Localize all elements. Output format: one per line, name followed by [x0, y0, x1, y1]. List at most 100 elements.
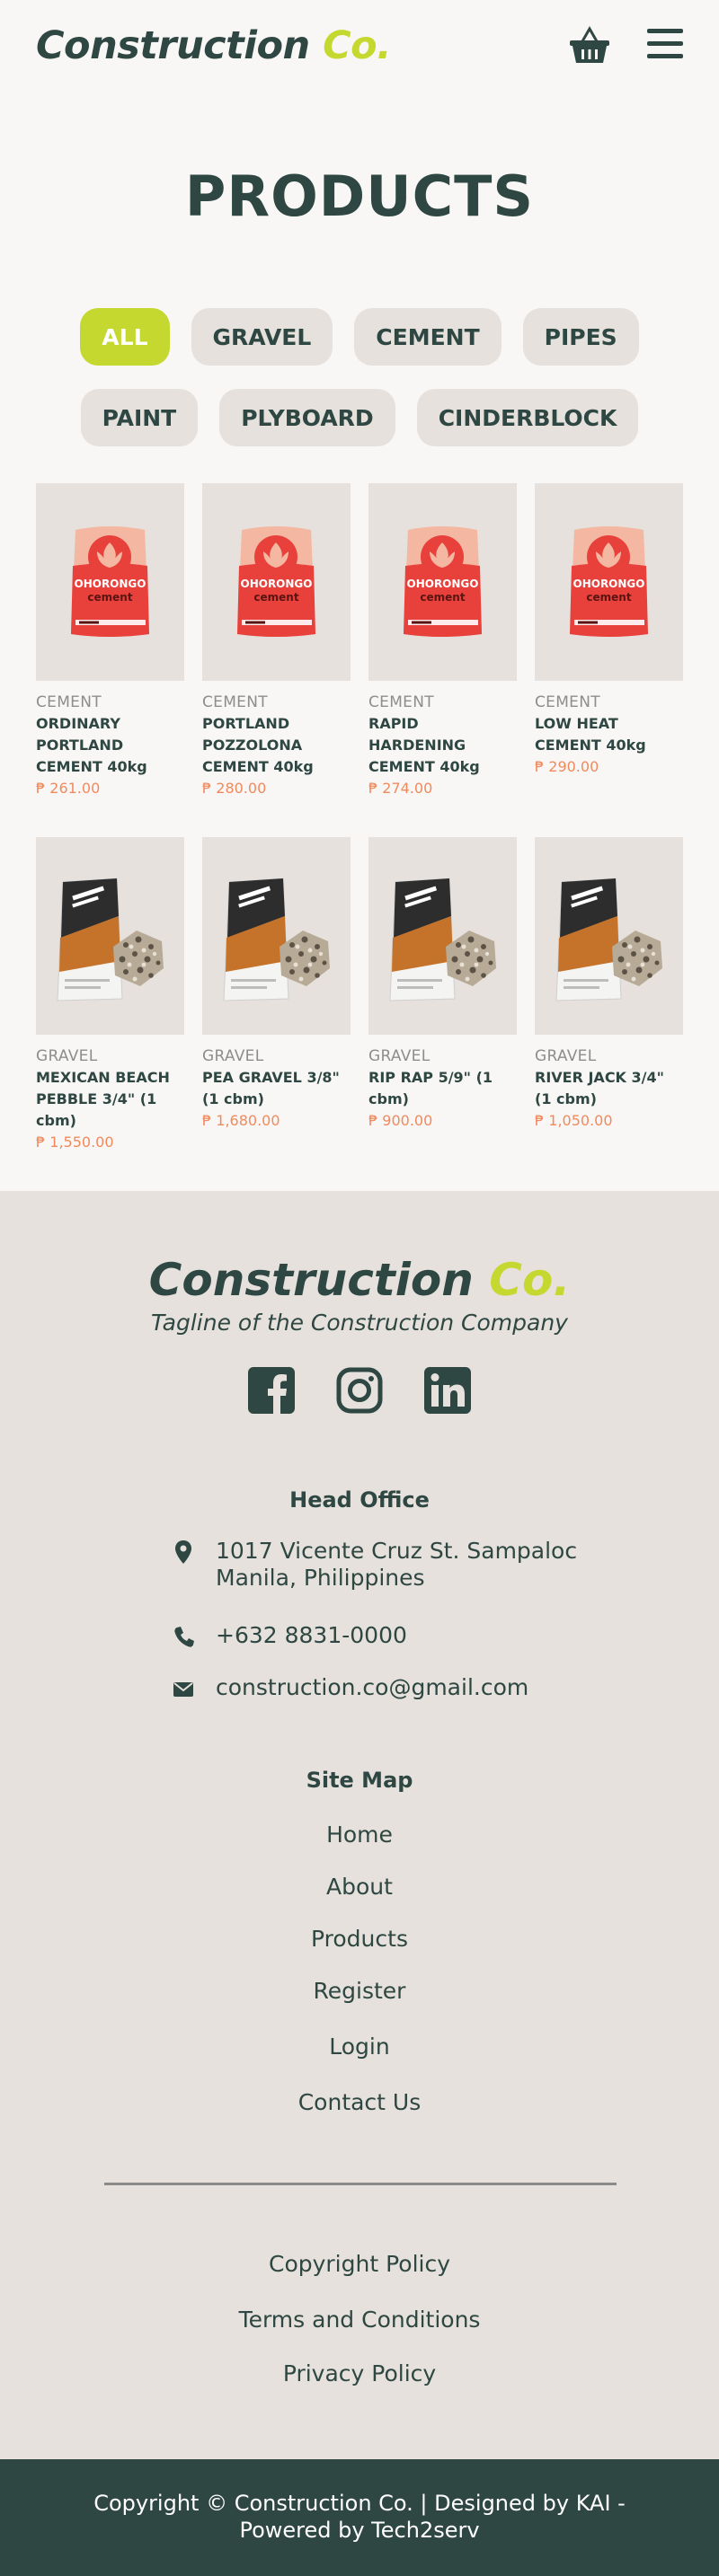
site-header: Construction Co.: [0, 0, 719, 90]
product-price: ₱ 274.00: [368, 780, 433, 797]
address-line-1: 1017 Vicente Cruz St. Sampaloc: [216, 1538, 578, 1564]
footer-logo[interactable]: Construction Co.: [0, 1254, 719, 1306]
product-category: GRAVEL: [36, 1047, 98, 1065]
phone-number[interactable]: +632 8831-0000: [216, 1622, 407, 1649]
sitemap-link-contact[interactable]: Contact Us: [0, 2089, 719, 2115]
cement-bag-image[interactable]: OHORONGO cement: [535, 483, 683, 681]
logo-accent-text: Co.: [323, 23, 392, 68]
filter-pipes[interactable]: PIPES: [522, 308, 639, 366]
footer-logo-accent: Co.: [489, 1254, 571, 1306]
svg-text:cement: cement: [586, 591, 631, 604]
product-category: CEMENT: [535, 693, 600, 711]
hamburger-menu-icon[interactable]: [647, 29, 683, 59]
product-card[interactable]: OHORONGO cement CEMENT RAPID HARDENING C…: [368, 483, 517, 797]
filter-cement[interactable]: CEMENT: [354, 308, 502, 366]
gravel-bag-image[interactable]: [368, 837, 517, 1035]
filter-paint[interactable]: PAINT: [80, 389, 199, 446]
product-card[interactable]: OHORONGO cement CEMENT PORTLAND POZZOLON…: [202, 483, 351, 797]
product-name[interactable]: RIVER JACK 3/4" (1 cbm): [535, 1067, 683, 1110]
facebook-icon[interactable]: [248, 1367, 295, 1414]
gravel-bag-image[interactable]: [535, 837, 683, 1035]
product-category: CEMENT: [368, 693, 434, 711]
phone-icon: [173, 1624, 194, 1649]
envelope-icon: [173, 1676, 194, 1701]
site-logo[interactable]: Construction Co.: [36, 23, 392, 68]
copyright-bar: Copyright © Construction Co. | Designed …: [0, 2459, 719, 2576]
sitemap-link-products[interactable]: Products: [0, 1926, 719, 1952]
product-category: GRAVEL: [202, 1047, 264, 1065]
product-grid: OHORONGO cement CEMENT ORDINARY PORTLAND…: [36, 483, 683, 797]
copyright-line-1: Copyright © Construction Co. | Designed …: [93, 2491, 626, 2516]
address: 1017 Vicente Cruz St. Sampaloc Manila, P…: [173, 1538, 577, 1592]
sitemap-title: Site Map: [306, 1768, 413, 1793]
product-card[interactable]: GRAVEL PEA GRAVEL 3/8" (1 cbm) ₱ 1,680.0…: [202, 837, 351, 1151]
product-card[interactable]: OHORONGO cement CEMENT ORDINARY PORTLAND…: [36, 483, 184, 797]
cement-bag-image[interactable]: OHORONGO cement: [36, 483, 184, 681]
cement-bag-image[interactable]: OHORONGO cement: [202, 483, 351, 681]
product-card[interactable]: OHORONGO cement CEMENT LOW HEAT CEMENT 4…: [535, 483, 683, 797]
copyright-line-2[interactable]: Powered by Tech2serv: [0, 2517, 719, 2544]
head-office-title: Head Office: [289, 1487, 430, 1513]
filter-row: ALL GRAVEL CEMENT PIPES: [0, 308, 719, 366]
footer-divider: [104, 2183, 617, 2185]
product-grid: GRAVEL MEXICAN BEACH PEBBLE 3/4" (1 cbm)…: [36, 837, 683, 1151]
product-card[interactable]: GRAVEL MEXICAN BEACH PEBBLE 3/4" (1 cbm)…: [36, 837, 184, 1151]
product-name[interactable]: PEA GRAVEL 3/8" (1 cbm): [202, 1067, 351, 1110]
product-price: ₱ 900.00: [368, 1112, 433, 1129]
product-name[interactable]: ORDINARY PORTLAND CEMENT 40kg: [36, 713, 184, 778]
sitemap-link-home[interactable]: Home: [0, 1822, 719, 1848]
instagram-icon[interactable]: [336, 1367, 383, 1414]
product-name[interactable]: RAPID HARDENING CEMENT 40kg: [368, 713, 517, 778]
svg-text:cement: cement: [420, 591, 465, 604]
site-footer: Construction Co. Tagline of the Construc…: [0, 1191, 719, 2459]
product-category: GRAVEL: [535, 1047, 597, 1065]
address-line-2: Manila, Philippines: [216, 1565, 425, 1591]
sitemap-link-login[interactable]: Login: [0, 2033, 719, 2060]
product-price: ₱ 1,550.00: [36, 1134, 114, 1151]
gravel-bag-image[interactable]: [202, 837, 351, 1035]
filter-plyboard[interactable]: PLYBOARD: [219, 389, 395, 446]
product-name[interactable]: RIP RAP 5/9" (1 cbm): [368, 1067, 517, 1110]
svg-text:OHORONGO: OHORONGO: [241, 578, 313, 590]
svg-text:OHORONGO: OHORONGO: [75, 578, 146, 590]
product-price: ₱ 261.00: [36, 780, 101, 797]
email-address[interactable]: construction.co@gmail.com: [216, 1674, 528, 1701]
product-category: GRAVEL: [368, 1047, 431, 1065]
svg-text:OHORONGO: OHORONGO: [407, 578, 479, 590]
basket-icon[interactable]: [568, 23, 611, 66]
filter-gravel[interactable]: GRAVEL: [191, 308, 333, 366]
product-name[interactable]: LOW HEAT CEMENT 40kg: [535, 713, 683, 756]
sitemap-link-about[interactable]: About: [0, 1874, 719, 1900]
svg-text:OHORONGO: OHORONGO: [573, 578, 645, 590]
filter-row: PAINT PLYBOARD CINDERBLOCK: [0, 389, 719, 446]
cement-bag-image[interactable]: OHORONGO cement: [368, 483, 517, 681]
logo-main-text: Construction: [36, 23, 310, 68]
linkedin-icon[interactable]: [424, 1367, 471, 1414]
product-category: CEMENT: [202, 693, 268, 711]
page-title: PRODUCTS: [184, 163, 535, 229]
svg-text:cement: cement: [253, 591, 298, 604]
footer-tagline: Tagline of the Construction Company: [151, 1310, 568, 1336]
phone: +632 8831-0000: [173, 1622, 407, 1649]
product-price: ₱ 1,050.00: [535, 1112, 613, 1129]
social-links: [0, 1367, 719, 1414]
product-price: ₱ 1,680.00: [202, 1112, 280, 1129]
email: construction.co@gmail.com: [173, 1674, 528, 1701]
map-pin-icon: [173, 1539, 194, 1565]
policy-link-privacy[interactable]: Privacy Policy: [0, 2360, 719, 2386]
product-category: CEMENT: [36, 693, 102, 711]
policy-link-copyright[interactable]: Copyright Policy: [0, 2251, 719, 2277]
product-price: ₱ 290.00: [535, 758, 599, 775]
svg-text:cement: cement: [87, 591, 132, 604]
filter-cinderblock[interactable]: CINDERBLOCK: [416, 389, 639, 446]
policy-link-terms[interactable]: Terms and Conditions: [0, 2307, 719, 2333]
gravel-bag-image[interactable]: [36, 837, 184, 1035]
product-name[interactable]: MEXICAN BEACH PEBBLE 3/4" (1 cbm): [36, 1067, 184, 1132]
product-card[interactable]: GRAVEL RIP RAP 5/9" (1 cbm) ₱ 900.00: [368, 837, 517, 1151]
filter-all[interactable]: ALL: [80, 308, 170, 366]
sitemap-link-register[interactable]: Register: [0, 1978, 719, 2004]
product-card[interactable]: GRAVEL RIVER JACK 3/4" (1 cbm) ₱ 1,050.0…: [535, 837, 683, 1151]
footer-logo-main: Construction: [148, 1254, 474, 1306]
product-price: ₱ 280.00: [202, 780, 267, 797]
product-name[interactable]: PORTLAND POZZOLONA CEMENT 40kg: [202, 713, 351, 778]
